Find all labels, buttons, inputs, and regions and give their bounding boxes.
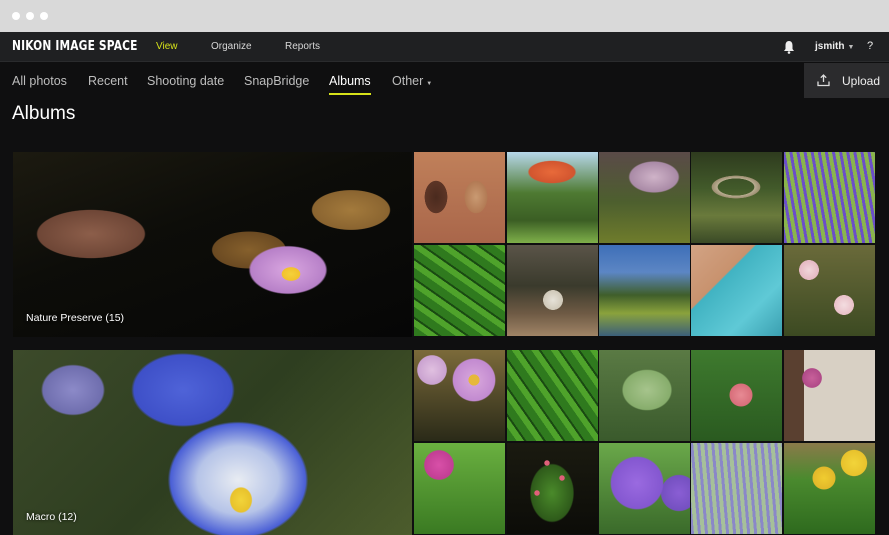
thumbnail[interactable] <box>784 245 875 336</box>
window-maximize-button[interactable] <box>40 12 48 20</box>
thumbnail[interactable] <box>599 350 690 441</box>
thumbnail[interactable] <box>599 152 690 243</box>
upload-icon <box>817 74 830 87</box>
window-chrome <box>0 0 889 32</box>
caret-down-icon: ▼ <box>426 81 433 87</box>
thumbnail[interactable] <box>507 152 598 243</box>
album-card: Macro (12) <box>13 350 876 535</box>
tab-albums[interactable]: Albums <box>329 74 371 95</box>
thumbnail[interactable] <box>507 350 598 441</box>
help-button[interactable]: ? <box>867 40 873 52</box>
tab-all-photos[interactable]: All photos <box>12 74 67 88</box>
thumbnail[interactable] <box>599 443 690 534</box>
album-card: Nature Preserve (15) <box>13 152 876 337</box>
thumbnail[interactable] <box>414 350 505 441</box>
album-title: Nature Preserve (15) <box>26 312 125 324</box>
caret-down-icon: ▼ <box>847 44 855 51</box>
album-cover[interactable]: Nature Preserve (15) <box>13 152 412 337</box>
active-tab-indicator <box>329 93 371 95</box>
thumbnail[interactable] <box>784 443 875 534</box>
tab-snapbridge[interactable]: SnapBridge <box>244 74 309 88</box>
thumbnail[interactable] <box>414 443 505 534</box>
thumbnail[interactable] <box>507 443 598 534</box>
username: jsmith <box>815 41 845 52</box>
album-thumbnails <box>414 152 876 337</box>
album-thumbnails[interactable] <box>414 350 876 535</box>
thumbnail[interactable] <box>414 245 505 336</box>
thumbnail[interactable] <box>691 152 782 243</box>
thumbnail[interactable] <box>414 152 505 243</box>
window-minimize-button[interactable] <box>26 12 34 20</box>
thumbnail[interactable] <box>691 245 782 336</box>
thumbnail[interactable] <box>784 152 875 243</box>
tab-albums-label: Albums <box>329 74 371 88</box>
nav-view[interactable]: View <box>156 41 178 52</box>
bell-icon[interactable] <box>783 40 795 54</box>
tab-other[interactable]: Other ▼ <box>392 74 432 88</box>
nav-reports[interactable]: Reports <box>285 41 320 52</box>
top-bar: NIKON IMAGE SPACE View Organize Reports … <box>0 32 889 62</box>
thumbnail[interactable] <box>691 443 782 534</box>
thumbnail[interactable] <box>599 245 690 336</box>
user-menu[interactable]: jsmith ▼ <box>815 41 854 52</box>
thumbnail[interactable] <box>691 350 782 441</box>
brand-logo[interactable]: NIKON IMAGE SPACE <box>12 39 138 54</box>
page-title: Albums <box>12 103 76 124</box>
nav-organize[interactable]: Organize <box>211 41 252 52</box>
upload-button[interactable]: Upload <box>804 63 889 98</box>
upload-label: Upload <box>842 74 881 88</box>
thumbnail[interactable] <box>507 245 598 336</box>
window-close-button[interactable] <box>12 12 20 20</box>
sub-navigation: All photos Recent Shooting date SnapBrid… <box>0 63 889 99</box>
thumbnail[interactable] <box>784 350 875 441</box>
tab-recent[interactable]: Recent <box>88 74 128 88</box>
tab-shooting-date[interactable]: Shooting date <box>147 74 224 88</box>
album-title: Macro (12) <box>26 511 77 523</box>
tab-other-label: Other <box>392 74 424 88</box>
album-cover[interactable]: Macro (12) <box>13 350 412 535</box>
